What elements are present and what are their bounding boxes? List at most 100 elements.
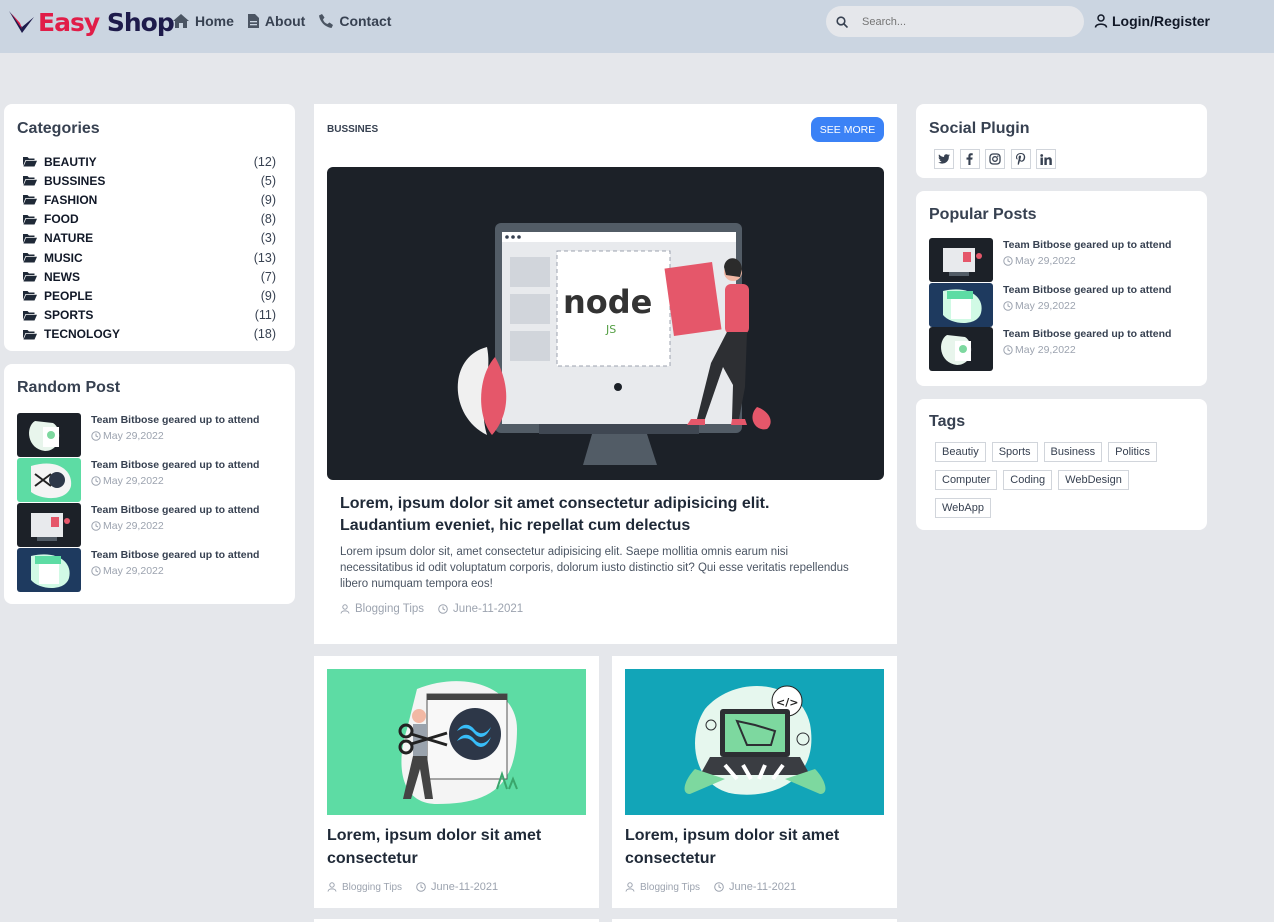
post-card-1-image[interactable] xyxy=(327,669,586,815)
post-card-2-date: June-11-2021 xyxy=(714,881,796,893)
random-post-thumbnail[interactable] xyxy=(17,548,81,592)
popular-post-title[interactable]: Team Bitbose geared up to attend xyxy=(1003,239,1171,252)
categories-list: BEAUTIY (12) BUSSINES (5) FASHION (9) FOOD (8) N… xyxy=(17,152,276,344)
category-name: BUSSINES xyxy=(44,173,106,188)
hero-image[interactable]: node JS xyxy=(327,167,884,480)
random-post-title[interactable]: Team Bitbose geared up to attend xyxy=(91,414,259,427)
category-name: TECNOLOGY xyxy=(44,327,121,342)
popular-posts-widget: Popular Posts Team Bitbose geared up to … xyxy=(916,191,1207,386)
category-item-news[interactable]: NEWS (7) xyxy=(17,267,276,286)
random-post-item[interactable]: Team Bitbose geared up to attend May 29,2… xyxy=(17,413,282,458)
popular-posts-list: Team Bitbose geared up to attend May 29,2… xyxy=(929,238,1194,372)
popular-post-item[interactable]: Team Bitbose geared up to attend May 29,2… xyxy=(929,238,1194,283)
post-card-2-image[interactable]: </> xyxy=(625,669,884,815)
random-post-thumbnail[interactable] xyxy=(17,413,81,457)
social-icons xyxy=(934,149,1194,169)
popular-post-thumbnail[interactable] xyxy=(929,238,993,282)
tag-beautiy[interactable]: Beautiy xyxy=(935,442,986,462)
popular-post-thumbnail[interactable] xyxy=(929,282,993,327)
clock-icon xyxy=(714,882,724,892)
login-register-link[interactable]: Login/Register xyxy=(1094,13,1210,29)
brand-easy: Easy xyxy=(38,7,100,37)
random-post-list: Team Bitbose geared up to attend May 29,2… xyxy=(17,413,282,593)
popular-post-title[interactable]: Team Bitbose geared up to attend xyxy=(1003,284,1171,297)
category-name: MUSIC xyxy=(44,250,83,265)
facebook-icon[interactable] xyxy=(959,149,980,169)
popular-post-item[interactable]: Team Bitbose geared up to attend May 29,2… xyxy=(929,282,1194,328)
see-more-button[interactable]: SEE MORE xyxy=(811,117,884,142)
post-card-1-title[interactable]: Lorem, ipsum dolor sit amet consectetur xyxy=(327,824,557,870)
tag-computer[interactable]: Computer xyxy=(935,470,998,490)
popular-posts-title: Popular Posts xyxy=(929,206,1037,223)
pinterest-icon[interactable] xyxy=(1010,149,1031,169)
nav-contact[interactable]: Contact xyxy=(319,13,391,29)
tag-business[interactable]: Business xyxy=(1043,442,1103,462)
random-post-thumbnail[interactable] xyxy=(17,458,81,502)
user-icon xyxy=(625,882,635,892)
post-card-2-author[interactable]: Blogging Tips xyxy=(625,882,700,893)
random-post-item[interactable]: Team Bitbose geared up to attend May 29,2… xyxy=(17,458,282,503)
featured-post-author[interactable]: Blogging Tips xyxy=(340,603,424,615)
tag-sports[interactable]: Sports xyxy=(991,442,1038,462)
social-plugin-widget: Social Plugin xyxy=(916,104,1207,178)
tag-webapp[interactable]: WebApp xyxy=(935,498,991,518)
clock-icon xyxy=(91,431,101,441)
random-post-date-label: May 29,2022 xyxy=(103,520,164,532)
random-post-title[interactable]: Team Bitbose geared up to attend xyxy=(91,459,259,472)
file-icon xyxy=(247,14,259,28)
tag-webdesign[interactable]: WebDesign xyxy=(1058,470,1129,490)
instagram-icon[interactable] xyxy=(985,149,1005,169)
search-bar[interactable] xyxy=(826,6,1084,37)
popular-post-item[interactable]: Team Bitbose geared up to attend May 29,2… xyxy=(929,327,1194,372)
user-icon xyxy=(340,604,350,614)
nav-home[interactable]: Home xyxy=(173,13,234,29)
post-card-2-title[interactable]: Lorem, ipsum dolor sit amet consectetur xyxy=(625,824,855,870)
linkedin-icon[interactable] xyxy=(1036,149,1056,169)
tag-politics[interactable]: Politics xyxy=(1108,442,1157,462)
category-item-tecnology[interactable]: TECNOLOGY (18) xyxy=(17,325,276,344)
category-count: (9) xyxy=(260,192,276,207)
twitter-icon[interactable] xyxy=(934,149,954,169)
featured-post-date-label: June-11-2021 xyxy=(453,603,524,615)
random-post-title[interactable]: Team Bitbose geared up to attend xyxy=(91,549,259,562)
category-item-people[interactable]: PEOPLE (9) xyxy=(17,286,276,305)
hero-logo-badge: JS xyxy=(605,323,616,336)
category-item-bussines[interactable]: BUSSINES (5) xyxy=(17,171,276,190)
featured-post-title[interactable]: Lorem, ipsum dolor sit amet consectetur … xyxy=(340,493,860,537)
clock-icon xyxy=(91,476,101,486)
category-item-beautiy[interactable]: BEAUTIY (12) xyxy=(17,152,276,171)
tag-coding[interactable]: Coding xyxy=(1003,470,1053,490)
post-card-1-author[interactable]: Blogging Tips xyxy=(327,882,402,893)
popular-post-title[interactable]: Team Bitbose geared up to attend xyxy=(1003,328,1171,341)
category-count: (7) xyxy=(260,269,276,284)
clock-icon xyxy=(91,521,101,531)
post-card-1-meta: Blogging Tips June-11-2021 xyxy=(327,881,512,893)
random-post-item[interactable]: Team Bitbose geared up to attend May 29,2… xyxy=(17,548,282,593)
random-post-info: Team Bitbose geared up to attend May 29,2… xyxy=(91,413,259,458)
post-card-2-meta: Blogging Tips June-11-2021 xyxy=(625,881,810,893)
category-name: PEOPLE xyxy=(44,288,93,303)
nav-about[interactable]: About xyxy=(247,13,305,29)
popular-post-info: Team Bitbose geared up to attend May 29,2… xyxy=(1003,283,1171,328)
category-item-nature[interactable]: NATURE (3) xyxy=(17,229,276,248)
random-post-thumbnail[interactable] xyxy=(17,503,81,547)
random-post-title[interactable]: Team Bitbose geared up to attend xyxy=(91,504,259,517)
category-item-fashion[interactable]: FASHION (9) xyxy=(17,190,276,209)
categories-widget: Categories BEAUTIY (12) BUSSINES (5) FASHION… xyxy=(4,104,295,351)
featured-post-date: June-11-2021 xyxy=(438,603,523,615)
post-card-2: </> Lorem, ipsum dolor sit amet consecte… xyxy=(612,656,897,908)
brand-logo[interactable]: Easy Shop xyxy=(8,5,175,39)
nav-home-label: Home xyxy=(195,13,234,29)
popular-post-thumbnail[interactable] xyxy=(929,327,993,371)
clock-icon xyxy=(438,604,448,614)
search-input[interactable] xyxy=(862,15,1062,28)
category-item-food[interactable]: FOOD (8) xyxy=(17,210,276,229)
random-post-item[interactable]: Team Bitbose geared up to attend May 29,2… xyxy=(17,503,282,548)
featured-post-card: BUSSINES SEE MORE node JS Lorem, ipsum d… xyxy=(314,104,897,644)
category-item-music[interactable]: MUSIC (13) xyxy=(17,248,276,267)
category-name: NATURE xyxy=(44,231,94,246)
category-count: (8) xyxy=(260,212,276,227)
code-badge: </> xyxy=(776,696,798,709)
category-item-sports[interactable]: SPORTS (11) xyxy=(17,306,276,325)
post-card-2-date-label: June-11-2021 xyxy=(729,881,797,893)
